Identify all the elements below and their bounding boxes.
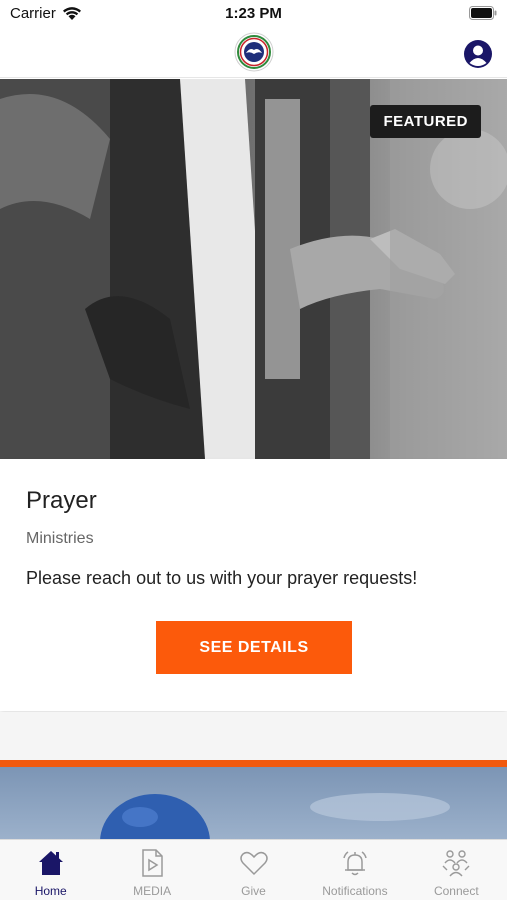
- status-bar: Carrier 1:23 PM: [0, 0, 507, 30]
- featured-card: Prayer Ministries Please reach out to us…: [0, 459, 507, 711]
- tab-home[interactable]: Home: [0, 840, 101, 900]
- tab-label: MEDIA: [133, 884, 172, 898]
- tab-media[interactable]: MEDIA: [101, 840, 202, 900]
- tab-label: Home: [34, 884, 67, 898]
- card-divider: [0, 712, 507, 760]
- tab-label: Connect: [433, 884, 479, 898]
- card-description: Please reach out to us with your prayer …: [26, 568, 418, 588]
- tab-give[interactable]: Give: [203, 840, 304, 900]
- people-icon: [442, 850, 470, 877]
- featured-badge: FEATURED: [370, 105, 481, 138]
- tab-connect[interactable]: Connect: [406, 840, 507, 900]
- featured-image[interactable]: FEATURED: [0, 79, 507, 459]
- bell-icon: [343, 851, 367, 876]
- clock: 1:23 PM: [225, 5, 282, 22]
- see-details-button[interactable]: SEE DETAILS: [156, 621, 352, 674]
- tab-label: Give: [241, 884, 266, 898]
- battery-icon: [469, 6, 497, 20]
- profile-icon[interactable]: [463, 39, 493, 69]
- card-category: Ministries: [26, 530, 94, 547]
- bottom-tab-bar: Home MEDIA Give Notifications Connect: [0, 839, 507, 900]
- app-header: [0, 30, 507, 78]
- church-logo-icon[interactable]: [234, 32, 274, 72]
- home-icon: [38, 851, 63, 875]
- next-card[interactable]: [0, 760, 507, 840]
- heart-icon: [239, 851, 268, 876]
- card-title: Prayer: [26, 487, 97, 514]
- media-icon: [142, 849, 163, 877]
- tab-notifications[interactable]: Notifications: [304, 840, 405, 900]
- card-accent-bar: [0, 760, 507, 767]
- tab-label: Notifications: [322, 884, 388, 898]
- next-card-image: [0, 767, 507, 840]
